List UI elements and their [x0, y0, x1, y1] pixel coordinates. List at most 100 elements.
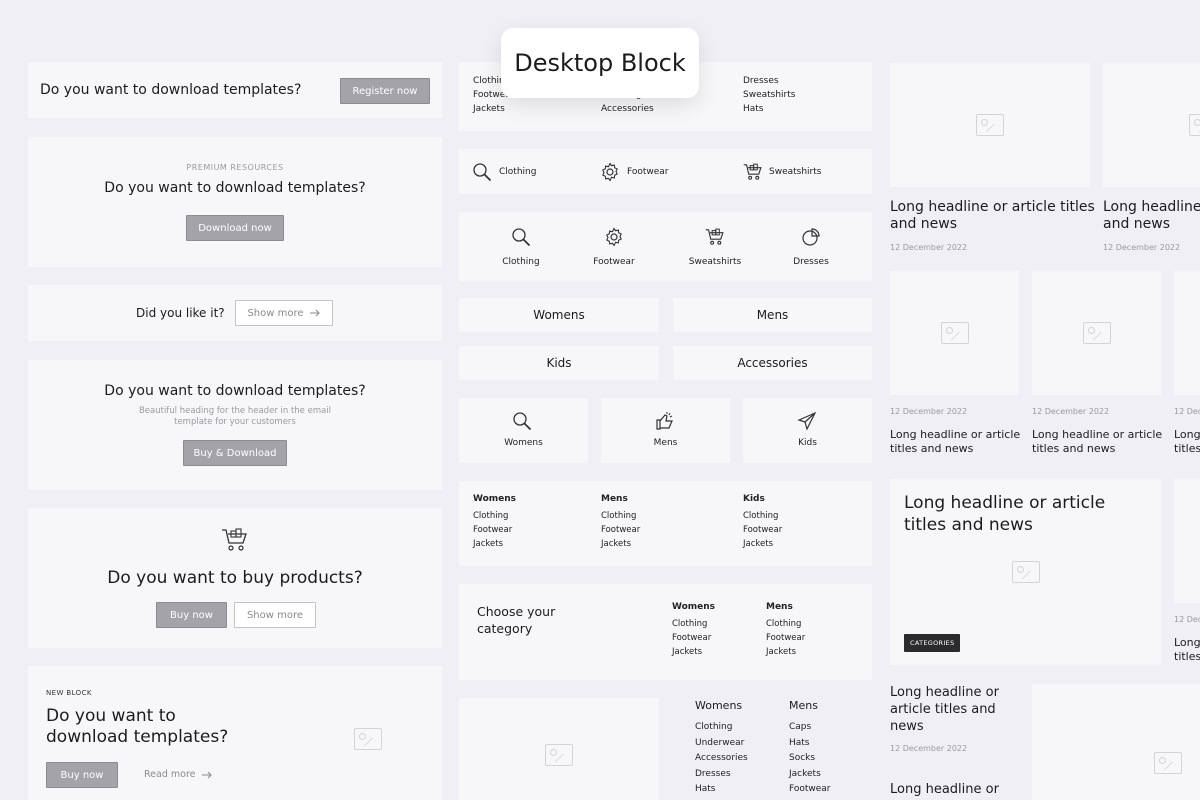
search-icon [472, 162, 492, 182]
arrow-right-icon [201, 771, 213, 779]
image-card [459, 698, 659, 800]
news-image[interactable] [1032, 271, 1161, 395]
headline-line-1: Long [1174, 428, 1200, 441]
news-date: 12 December 2022 [1103, 243, 1181, 252]
headline-line-1: Long headline or [890, 685, 999, 700]
menu-link[interactable]: Clothing [743, 509, 782, 523]
menu-link[interactable]: Dresses [743, 74, 795, 88]
menu-link[interactable]: Footwear [766, 631, 805, 645]
menu-item-clothing[interactable]: Clothing [472, 162, 536, 182]
news-date: 12 Dece [1174, 407, 1200, 416]
menu-link[interactable]: Clothing [473, 509, 516, 523]
news-headline[interactable]: Long titles [1174, 428, 1200, 456]
menu-link[interactable]: Footwear [473, 523, 516, 537]
tooltip-title: Desktop Block [514, 49, 686, 77]
menu-item-sweatshirts[interactable]: Sweatshirts [743, 162, 821, 182]
buy-now-button[interactable]: Buy now [156, 602, 227, 628]
news-date: 12 December 2022 [890, 243, 968, 252]
menu-link[interactable]: Clothing [672, 617, 715, 631]
menu-link[interactable]: Socks [789, 751, 831, 767]
cta-title-line-1: Do you want to [46, 706, 176, 726]
news-image[interactable] [1032, 684, 1200, 800]
image-placeholder-icon [354, 728, 382, 750]
cta-title-line-2: download templates? [46, 727, 229, 747]
buy-now-button[interactable]: Buy now [46, 762, 118, 788]
shopping-cart-icon [705, 227, 725, 247]
menu-link[interactable]: Clothing [601, 509, 640, 523]
category-badge[interactable]: CATEGORIES [904, 634, 961, 652]
menu-link[interactable]: Hats [789, 736, 831, 752]
menu-link[interactable]: Footwear [743, 523, 782, 537]
thumbs-up-icon [655, 411, 675, 431]
category-button-accessories[interactable]: Accessories [673, 346, 872, 380]
menu-column-3: Dresses Sweatshirts Hats [743, 74, 795, 116]
news-headline[interactable]: Long headline o and news [1103, 199, 1200, 233]
feedback-block: Did you like it? Show more [28, 285, 442, 341]
category-button-mens[interactable]: Mens [673, 298, 872, 332]
menu-link[interactable]: Jackets [473, 537, 516, 551]
category-button-womens[interactable]: Womens [459, 298, 659, 332]
news-image[interactable] [890, 63, 1090, 187]
menu-link[interactable]: Accessories [601, 102, 654, 116]
category-tile-mens[interactable]: Mens [601, 398, 730, 463]
news-headline[interactable]: Long headline or article titles and news [890, 684, 999, 735]
menu-link[interactable]: Footwear [789, 782, 831, 798]
category-tile-kids[interactable]: Kids [743, 398, 872, 463]
menu-link[interactable]: Sweatshirts [743, 88, 795, 102]
cta-title: Do you want to buy products? [107, 568, 363, 588]
news-image[interactable] [1174, 271, 1200, 395]
news-image[interactable] [1103, 63, 1200, 187]
headline-line-1: Long headline or article titles [890, 199, 1095, 215]
buy-download-button[interactable]: Buy & Download [183, 440, 287, 466]
read-more-link[interactable]: Read more [144, 769, 213, 780]
menu-link[interactable]: Hats [695, 782, 748, 798]
menu-link[interactable]: Footwear [672, 631, 715, 645]
menu-column-head: Womens [473, 494, 517, 504]
news-headline[interactable]: Long headline or article titles and news [890, 428, 1020, 456]
menu-link[interactable]: Jackets [473, 102, 515, 116]
pie-chart-icon [801, 227, 821, 247]
register-now-button[interactable]: Register now [340, 78, 430, 104]
news-headline[interactable]: Long headline or [890, 781, 999, 798]
show-more-button[interactable]: Show more [235, 300, 333, 326]
news-headline[interactable]: Long headline or article titles and news [1032, 428, 1162, 456]
download-now-button[interactable]: Download now [186, 215, 284, 241]
cta-subtitle-2: template for your customers [174, 417, 296, 427]
desktop-block-tooltip: Desktop Block [501, 28, 699, 98]
menu-item-footwear[interactable]: Footwear [592, 227, 636, 267]
menu-link[interactable]: Accessories [695, 751, 748, 767]
cta-block-buy-download: Do you want to download templates? Beaut… [28, 360, 442, 490]
menu-item-label: Sweatshirts [769, 167, 822, 177]
menu-link[interactable]: Underwear [695, 736, 748, 752]
cta-block-buy-products: Do you want to buy products? Buy now Sho… [28, 508, 442, 648]
category-button-kids[interactable]: Kids [459, 346, 659, 380]
menu-link[interactable]: Footwear [601, 523, 640, 537]
menu-link[interactable]: Jackets [766, 645, 805, 659]
menu-link[interactable]: Jackets [672, 645, 715, 659]
menu-link[interactable]: Jackets [789, 767, 831, 783]
cta-title: Do you want to download templates? [104, 383, 366, 399]
news-date: 12 December 2022 [890, 407, 968, 416]
show-more-label: Show more [247, 307, 304, 319]
menu-item-sweatshirts[interactable]: Sweatshirts [687, 227, 743, 267]
menu-column-kids: Kids Clothing Footwear Jackets [743, 494, 782, 551]
menu-link[interactable]: Jackets [743, 537, 782, 551]
menu-item-dresses[interactable]: Dresses [789, 227, 833, 267]
category-tile-womens[interactable]: Womens [459, 398, 588, 463]
menu-link[interactable]: Caps [789, 720, 831, 736]
featured-news-card[interactable]: Long headline or article titles and news… [890, 479, 1161, 665]
menu-item-clothing[interactable]: Clothing [499, 227, 543, 267]
menu-link[interactable]: Clothing [695, 720, 748, 736]
news-headline[interactable]: Long headline or article titles and news [890, 199, 1095, 233]
news-image[interactable] [1174, 479, 1200, 603]
menu-link[interactable]: Hats [743, 102, 795, 116]
menu-link[interactable]: Dresses [695, 767, 748, 783]
menu-item-footwear[interactable]: Footwear [600, 162, 669, 182]
show-more-button[interactable]: Show more [234, 602, 316, 628]
menu-link[interactable]: Clothing [766, 617, 805, 631]
news-headline[interactable]: Long titles [1174, 636, 1200, 664]
gear-icon [600, 162, 620, 182]
search-icon [512, 411, 532, 431]
news-image[interactable] [890, 271, 1019, 395]
menu-link[interactable]: Jackets [601, 537, 640, 551]
